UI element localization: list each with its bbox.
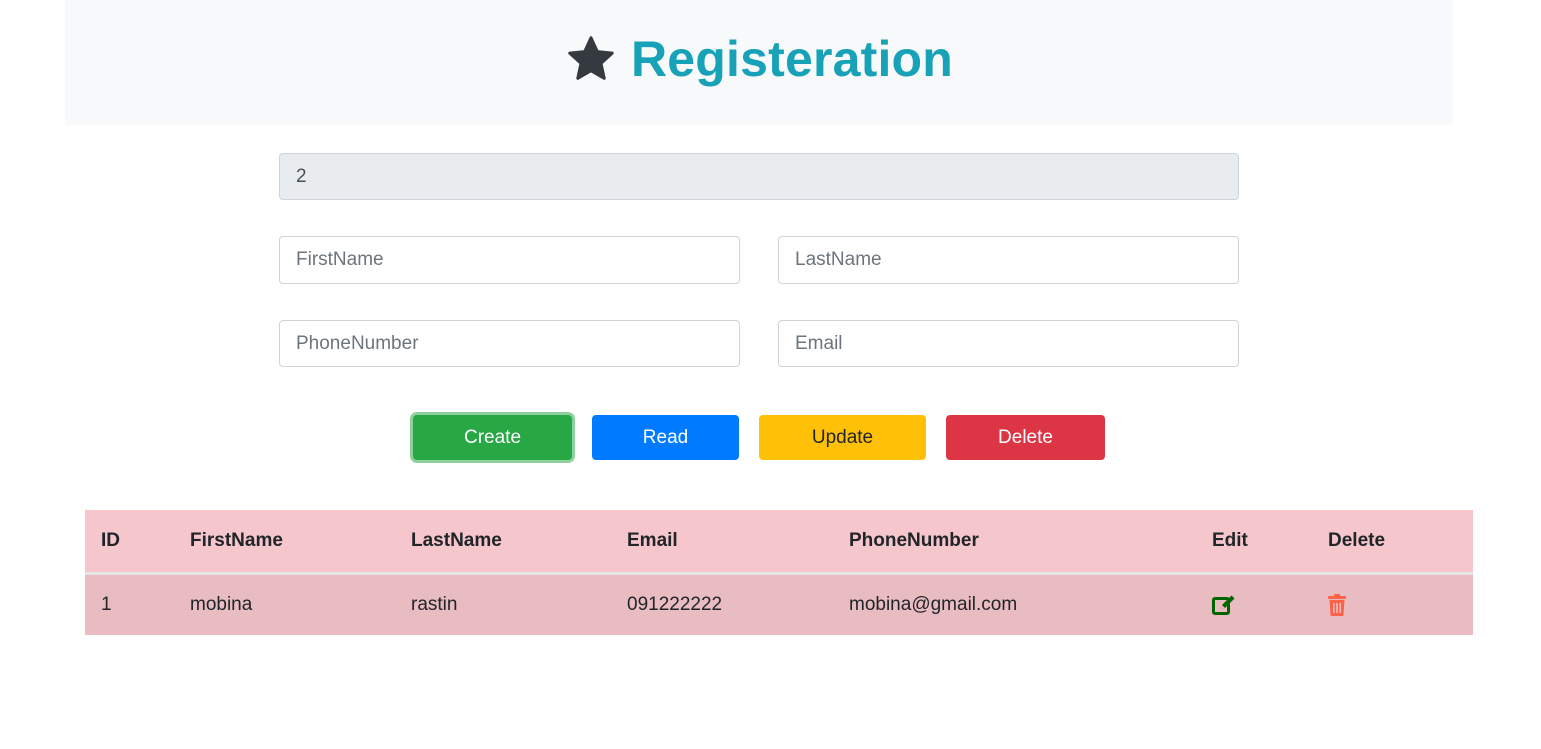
read-button[interactable]: Read: [592, 415, 739, 460]
cell-email: 091222222: [611, 573, 833, 635]
cell-edit: [1196, 573, 1312, 635]
col-email-header: Email: [611, 510, 833, 575]
phone-field[interactable]: [279, 320, 740, 367]
page: Registeration Create Read Update Delete …: [0, 0, 1541, 749]
col-id-header: ID: [85, 510, 174, 575]
cell-id: 1: [85, 573, 174, 635]
trash-icon[interactable]: [1328, 594, 1346, 616]
header-content: Registeration: [565, 33, 953, 85]
col-lastname-header: LastName: [395, 510, 611, 575]
firstname-field[interactable]: [279, 236, 740, 284]
table-row: 1 mobina rastin 091222222 mobina@gmail.c…: [85, 573, 1473, 635]
star-icon: [568, 35, 614, 80]
email-field[interactable]: [778, 320, 1239, 367]
cell-firstname: mobina: [174, 573, 395, 635]
lastname-field[interactable]: [778, 236, 1239, 284]
cell-lastname: rastin: [395, 573, 611, 635]
page-title: Registeration: [630, 30, 954, 87]
col-delete-header: Delete: [1312, 510, 1473, 575]
id-field[interactable]: [279, 153, 1239, 200]
delete-button[interactable]: Delete: [946, 415, 1105, 460]
update-button[interactable]: Update: [759, 415, 926, 460]
col-phone-header: PhoneNumber: [833, 510, 1196, 575]
col-firstname-header: FirstName: [174, 510, 395, 575]
cell-delete: [1312, 573, 1473, 635]
header-banner: Registeration: [65, 0, 1453, 125]
edit-icon[interactable]: [1212, 594, 1236, 616]
users-table: ID FirstName LastName Email PhoneNumber …: [85, 510, 1473, 635]
table-header-row: ID FirstName LastName Email PhoneNumber …: [85, 510, 1473, 575]
cell-phone: mobina@gmail.com: [833, 573, 1196, 635]
col-edit-header: Edit: [1196, 510, 1312, 575]
create-button[interactable]: Create: [413, 415, 572, 460]
